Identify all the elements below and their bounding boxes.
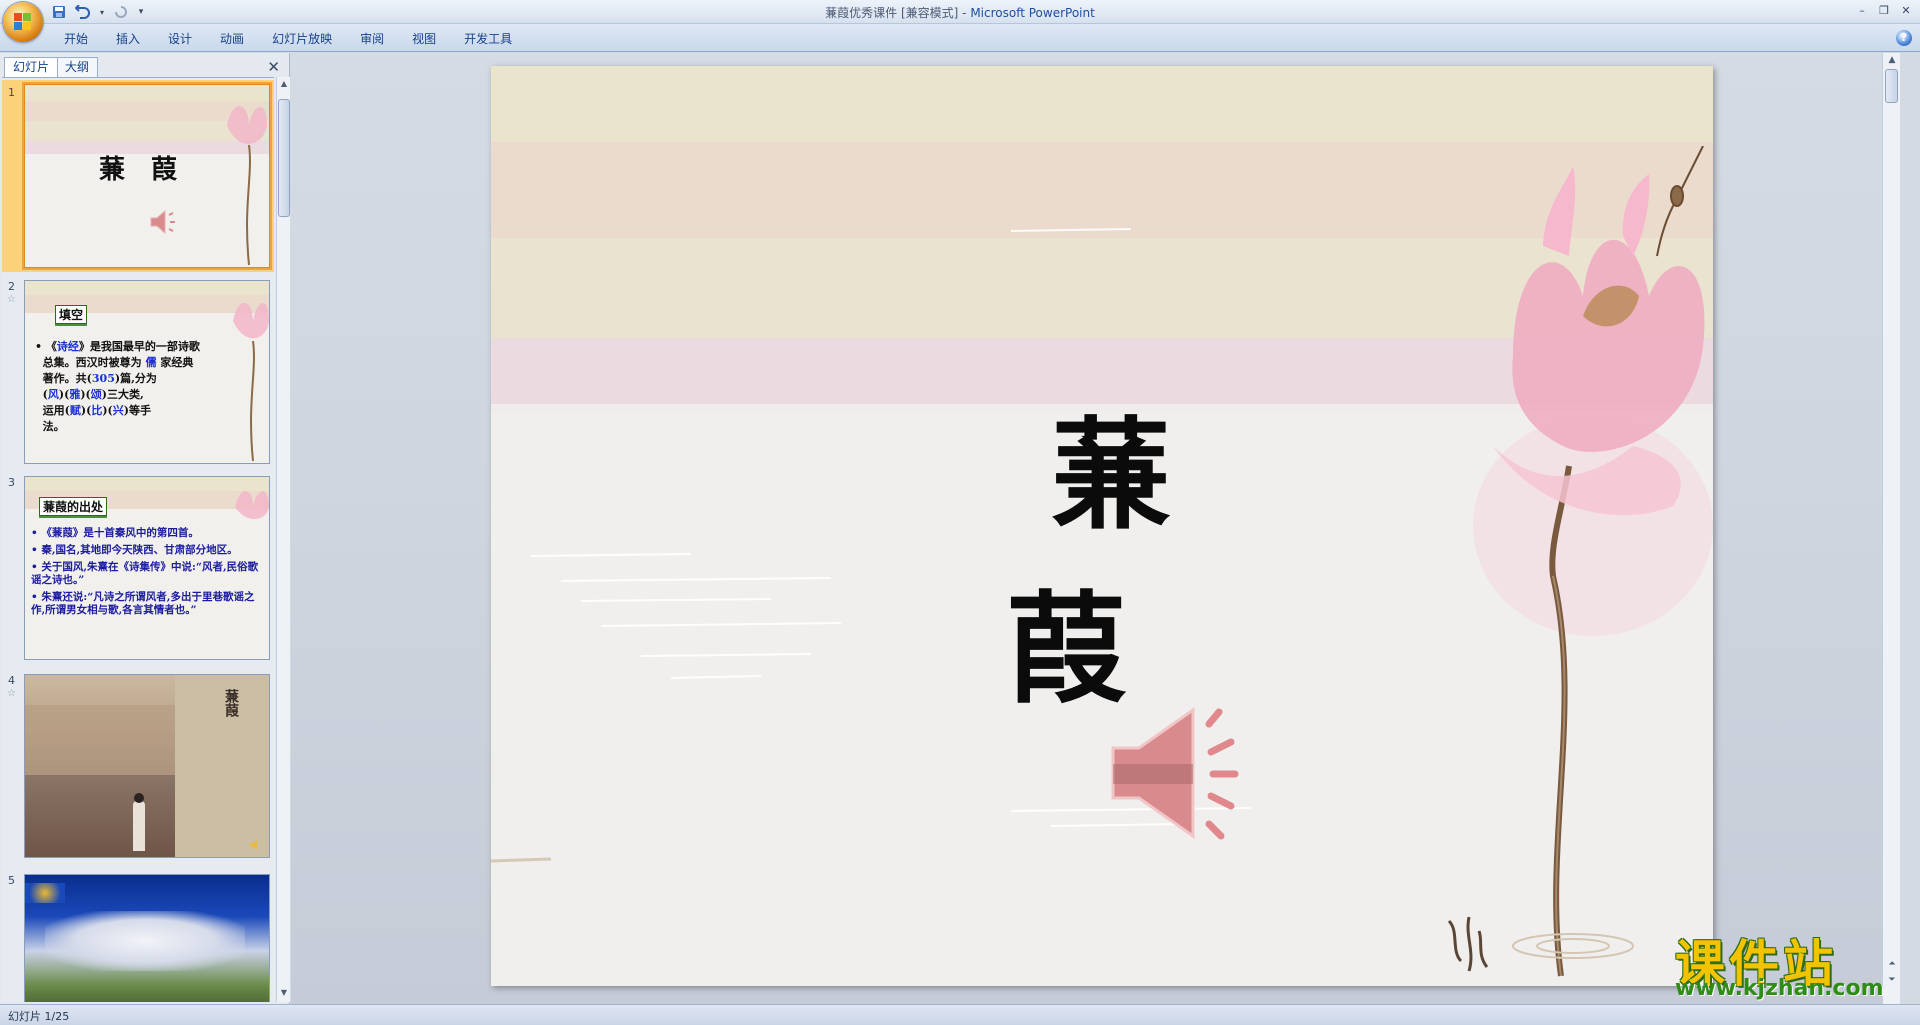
slide-1-preview[interactable]: 蒹 葭	[24, 84, 270, 268]
close-pane-icon[interactable]: ✕	[267, 58, 280, 76]
tab-design[interactable]: 设计	[154, 30, 206, 48]
list-item: • 秦,国名,其地即今天陕西、甘肃部分地区。	[31, 544, 238, 556]
slide-4-preview[interactable]: 蒹葭	[24, 674, 270, 858]
slide-number: 4	[8, 674, 15, 687]
document-title: 蒹葭优秀课件 [兼容模式] -	[825, 6, 971, 20]
scroll-up-icon[interactable]: ▲	[1886, 55, 1898, 65]
thumbnail-slide-5[interactable]: 5	[2, 868, 274, 1002]
watermark-url: www.kjzhan.com	[1675, 976, 1884, 1001]
lotus-icon	[1473, 146, 1713, 977]
slide-number: 1	[8, 86, 15, 99]
thumbnail-slide-2[interactable]: 2 ☆ 填空 • 《诗经》是我国最早的一部诗歌 总集。西汉时被尊为 儒 家经典 …	[2, 274, 274, 466]
office-button[interactable]	[3, 2, 43, 42]
scroll-thumb[interactable]	[278, 99, 290, 217]
window-title: 蒹葭优秀课件 [兼容模式] - Microsoft PowerPoint	[0, 4, 1920, 21]
thumbnail-slide-1[interactable]: 1 蒹 葭	[2, 80, 274, 272]
slide-3-list: • 《蒹葭》是十首秦风中的第四首。 • 秦,国名,其地即今天陕西、甘肃部分地区。…	[31, 527, 263, 621]
status-bar: 幻灯片 1/25	[0, 1004, 1920, 1025]
thumbnail-slide-3[interactable]: 3 蒹葭的出处 • 《蒹葭》是十首秦风中的第四首。 • 秦,国名,其地即今天陕西…	[2, 470, 274, 664]
slide-number: 3	[8, 476, 15, 489]
slide-1-title: 蒹 葭	[99, 155, 178, 185]
lotus-icon	[233, 302, 269, 462]
calligraphy-seal-icon	[1447, 916, 1489, 972]
tab-outline[interactable]: 大纲	[56, 57, 99, 77]
current-slide[interactable]: 蒹 葭	[491, 66, 1713, 986]
slides-pane: 幻灯片 大纲 ✕ 1 蒹 葭 2 ☆ 填空 • 《诗经》是我国最早的一部诗歌 总…	[0, 53, 290, 1004]
tab-home[interactable]: 开始	[50, 30, 102, 48]
office-logo-icon	[14, 13, 32, 31]
speaker-icon	[250, 840, 257, 850]
slide-counter: 幻灯片 1/25	[8, 1010, 70, 1023]
fill-in-heading: 填空	[55, 305, 88, 324]
slide-3-preview[interactable]: 蒹葭的出处 • 《蒹葭》是十首秦风中的第四首。 • 秦,国名,其地即今天陕西、甘…	[24, 476, 270, 660]
scroll-down-icon[interactable]: ▼	[279, 988, 289, 1000]
minimize-icon[interactable]: –	[1852, 2, 1872, 18]
site-watermark: 课件站 www.kjzhan.com	[1665, 924, 1920, 1004]
list-item: • 关于国风,朱熹在《诗集传》中说:“风者,民俗歌谣之诗也。”	[31, 561, 259, 586]
slide-4-vertical-title: 蒹葭	[223, 689, 239, 717]
speaker-icon	[150, 209, 175, 235]
title-bar: ▾ ▾ 蒹葭优秀课件 [兼容模式] - Microsoft PowerPoint…	[0, 0, 1920, 24]
tab-slide-show[interactable]: 幻灯片放映	[258, 30, 346, 48]
tab-slides[interactable]: 幻灯片	[4, 57, 59, 77]
animation-icon: ☆	[7, 688, 16, 699]
tab-view[interactable]: 视图	[398, 30, 450, 48]
thumbnail-slide-4[interactable]: 4 ☆ 蒹葭	[2, 668, 274, 864]
tab-insert[interactable]: 插入	[102, 30, 154, 48]
close-icon[interactable]: ✕	[1896, 2, 1916, 18]
pane-tabs: 幻灯片 大纲 ✕	[2, 55, 286, 77]
lotus-icon	[227, 106, 267, 266]
thumbnail-list[interactable]: 1 蒹 葭 2 ☆ 填空 • 《诗经》是我国最早的一部诗歌 总集。西汉时被尊为 …	[2, 77, 274, 1002]
tab-review[interactable]: 审阅	[346, 30, 398, 48]
slide-number: 2	[8, 280, 15, 293]
speaker-icon[interactable]	[1109, 704, 1279, 844]
slide-5-preview[interactable]	[24, 874, 270, 1002]
editor-scrollbar[interactable]: ▲ ⏶ ⏷	[1882, 53, 1900, 1004]
thumbnail-scrollbar[interactable]: ▲ ▼	[276, 77, 290, 1002]
slide-number: 5	[8, 874, 15, 887]
window-controls: – ❐ ✕	[1852, 2, 1916, 18]
slide-editor: 蒹 葭 ▲ ⏶ ⏷	[291, 53, 1900, 1004]
list-item: • 《蒹葭》是十首秦风中的第四首。	[31, 527, 199, 539]
help-icon[interactable]: ?	[1896, 30, 1912, 46]
list-item: • 朱熹还说:“凡诗之所谓风者,多出于里巷歌谣之作,所谓男女相与歌,各言其情者也…	[31, 591, 255, 616]
tab-animations[interactable]: 动画	[206, 30, 258, 48]
slide-title[interactable]: 蒹 葭	[871, 378, 1591, 726]
ribbon: 开始 插入 设计 动画 幻灯片放映 审阅 视图 开发工具 ?	[0, 24, 1920, 52]
scroll-up-icon[interactable]: ▲	[279, 79, 289, 91]
scroll-thumb[interactable]	[1885, 69, 1898, 103]
tab-developer[interactable]: 开发工具	[450, 30, 526, 48]
animation-icon: ☆	[7, 294, 16, 305]
ribbon-tabs: 开始 插入 设计 动画 幻灯片放映 审阅 视图 开发工具	[50, 30, 526, 48]
app-title: Microsoft PowerPoint	[970, 6, 1095, 20]
lotus-icon	[235, 491, 269, 520]
source-heading: 蒹葭的出处	[39, 497, 108, 516]
restore-icon[interactable]: ❐	[1874, 2, 1894, 18]
slide-2-preview[interactable]: 填空 • 《诗经》是我国最早的一部诗歌 总集。西汉时被尊为 儒 家经典 著作。共…	[24, 280, 270, 464]
